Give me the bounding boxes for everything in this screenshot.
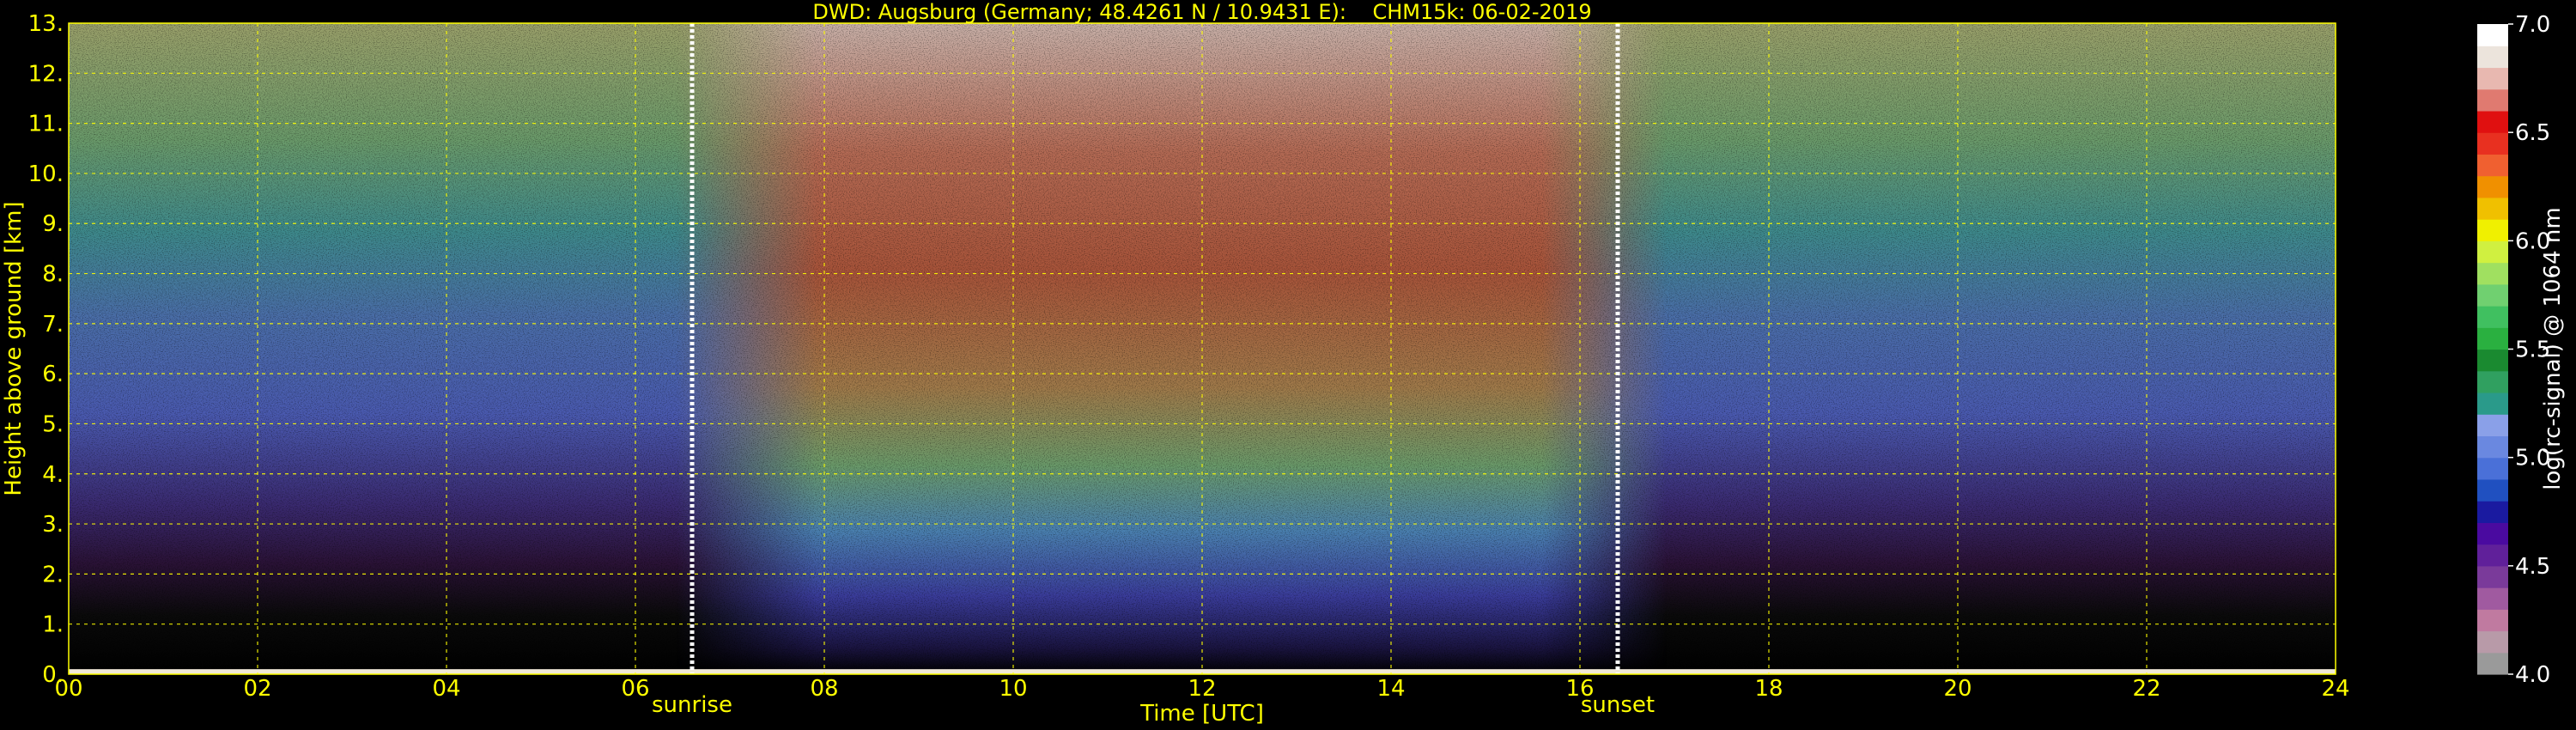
colorbar-tick-label: 7.0 <box>2515 12 2550 38</box>
y-tick-label: 6. <box>42 362 64 387</box>
colorbar-segment <box>2477 457 2508 480</box>
colorbar-segment <box>2477 522 2508 545</box>
colorbar-segment <box>2477 392 2508 415</box>
sunset-label: sunset <box>1581 692 1655 718</box>
y-tick-label: 11. <box>28 112 64 137</box>
colorbar-segment <box>2477 501 2508 523</box>
y-tick-label: 4. <box>42 462 64 488</box>
colorbar-segment <box>2477 414 2508 437</box>
x-tick-label: 08 <box>810 676 838 702</box>
y-axis-ticks: 0. 1. 2. 3. 4. 5. 6. 7. 8. 9. 10. 11. 12. 13. <box>28 11 64 688</box>
x-tick-label: 02 <box>243 676 271 702</box>
colorbar-tick-label: 4.5 <box>2515 554 2550 580</box>
y-tick-label: 3. <box>42 512 64 538</box>
colorbar-segment <box>2477 435 2508 459</box>
colorbar-segment <box>2477 565 2508 588</box>
colorbar-segment <box>2477 110 2508 133</box>
y-tick-label: 13. <box>28 11 64 37</box>
y-tick-label: 2. <box>42 562 64 587</box>
colorbar-segment <box>2477 630 2508 654</box>
x-tick-label: 20 <box>1943 676 1971 702</box>
colorbar-segment <box>2477 240 2508 264</box>
colorbar-tick-label: 4.0 <box>2515 662 2550 688</box>
colorbar-segment <box>2477 175 2508 198</box>
colorbar-segment <box>2477 609 2508 632</box>
colorbar-segment <box>2477 219 2508 241</box>
colorbar-segment <box>2477 132 2508 155</box>
colorbar-segment <box>2477 88 2508 112</box>
colorbar-segment <box>2477 24 2508 46</box>
colorbar-segment <box>2477 197 2508 220</box>
y-tick-label: 7. <box>42 312 64 338</box>
colorbar-tick-label: 6.5 <box>2515 120 2550 146</box>
colorbar-segment <box>2477 652 2508 675</box>
colorbar-segment <box>2477 349 2508 372</box>
sunrise-label: sunrise <box>652 692 732 718</box>
colorbar-segment <box>2477 262 2508 285</box>
y-tick-label: 10. <box>28 161 64 187</box>
colorbar <box>2477 24 2508 675</box>
x-tick-label: 18 <box>1754 676 1783 702</box>
x-tick-label: 04 <box>432 676 460 702</box>
x-tick-label: 14 <box>1376 676 1405 702</box>
x-tick-label: 22 <box>2132 676 2160 702</box>
colorbar-label: log(rc-signal) @ 1064 nm <box>2540 207 2566 490</box>
x-tick-label: 12 <box>1188 676 1216 702</box>
y-tick-label: 9. <box>42 211 64 237</box>
colorbar-segment <box>2477 587 2508 610</box>
x-axis-label: Time [UTC] <box>1139 701 1264 727</box>
y-tick-label: 0. <box>42 662 64 688</box>
colorbar-segment <box>2477 67 2508 90</box>
x-tick-label: 06 <box>621 676 649 702</box>
y-tick-label: 12. <box>28 61 64 87</box>
x-axis-ticks: 00 02 04 06 08 10 12 14 16 18 20 22 24 <box>54 676 2349 702</box>
y-axis-label: Height above ground [km] <box>1 201 27 496</box>
colorbar-segment <box>2477 154 2508 177</box>
colorbar-segment <box>2477 478 2508 502</box>
y-tick-label: 8. <box>42 262 64 288</box>
colorbar-segment <box>2477 46 2508 69</box>
x-tick-label: 10 <box>999 676 1027 702</box>
colorbar-segment <box>2477 370 2508 393</box>
colorbar-segment <box>2477 306 2508 328</box>
x-tick-label: 24 <box>2321 676 2349 702</box>
colorbar-segment <box>2477 327 2508 350</box>
ceilometer-chart: 00 02 04 06 08 10 12 14 16 18 20 22 24 0.1.2.3.4.5.6… <box>1 11 2566 727</box>
y-tick-label: 1. <box>42 612 64 638</box>
colorbar-segment <box>2477 544 2508 567</box>
colorbar-segment <box>2477 283 2508 307</box>
y-tick-label: 5. <box>42 411 64 437</box>
